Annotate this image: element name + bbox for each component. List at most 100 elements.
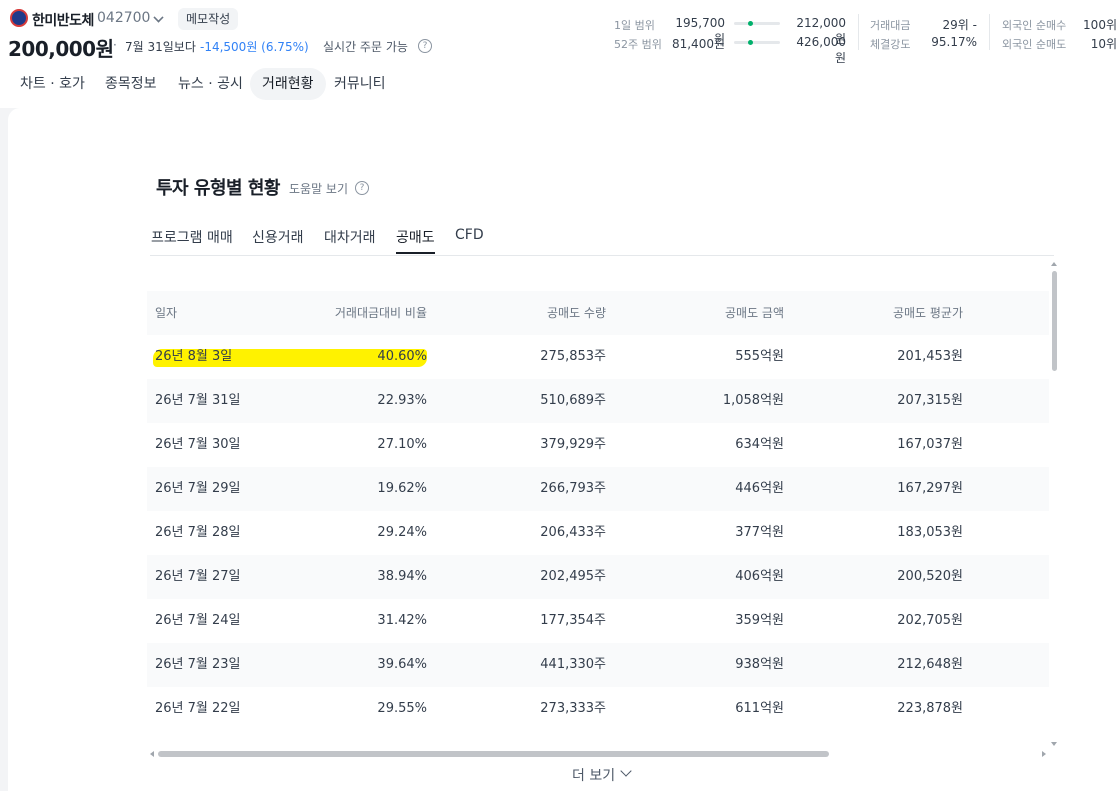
strength-value: 95.17% bbox=[931, 35, 977, 49]
help-circle-icon[interactable]: ? bbox=[355, 181, 369, 195]
cell-quantity: 379,929주 bbox=[540, 437, 606, 452]
cell-quantity: 202,495주 bbox=[540, 569, 606, 584]
cell-ratio: 22.93% bbox=[377, 393, 427, 408]
cell-amount: 938억원 bbox=[735, 657, 784, 672]
week52-high: 426,000원 bbox=[796, 35, 846, 65]
cell-avg-price: 212,648원 bbox=[897, 657, 963, 672]
cell-ratio: 38.94% bbox=[377, 569, 427, 584]
cell-date: 26년 7월 24일 bbox=[155, 613, 241, 628]
cell-quantity: 177,354주 bbox=[540, 613, 606, 628]
chevron-down-icon[interactable] bbox=[153, 12, 164, 23]
subtab-program-trading[interactable]: 프로그램 매매 bbox=[151, 227, 233, 247]
load-more-button[interactable]: 더 보기 bbox=[572, 765, 615, 785]
week52-range-bar bbox=[734, 40, 780, 45]
cell-amount: 1,058억원 bbox=[722, 393, 784, 408]
table-row: 26년 8월 3일 40.60% 275,853주 555억원 201,453원 bbox=[147, 335, 1049, 379]
cell-avg-price: 167,037원 bbox=[897, 437, 963, 452]
cell-quantity: 275,853주 bbox=[540, 349, 606, 364]
cell-date: 26년 7월 27일 bbox=[155, 569, 241, 584]
stats-divider bbox=[989, 14, 990, 50]
tab-trading-status[interactable]: 거래현황 bbox=[250, 68, 326, 100]
day-range-label: 1일 범위 bbox=[614, 19, 655, 32]
table-row: 26년 7월 29일 19.62% 266,793주 446억원 167,297원 bbox=[147, 467, 1049, 511]
cell-quantity: 206,433주 bbox=[540, 525, 606, 540]
foreign-sell-value: 10위 bbox=[1090, 37, 1117, 51]
cell-quantity: 266,793주 bbox=[540, 481, 606, 496]
cell-ratio: 19.62% bbox=[377, 481, 427, 496]
column-header-quantity: 공매도 수량 bbox=[546, 306, 606, 320]
scroll-down-arrow-icon[interactable] bbox=[1051, 742, 1057, 746]
tab-stock-info[interactable]: 종목정보 bbox=[93, 68, 169, 100]
current-price: 200,000원 bbox=[8, 37, 114, 61]
scroll-up-arrow-icon[interactable] bbox=[1051, 262, 1057, 266]
table-row: 26년 7월 30일 27.10% 379,929주 634억원 167,037원 bbox=[147, 423, 1049, 467]
foreign-buy-value: 100위 bbox=[1083, 18, 1117, 32]
horizontal-scrollbar-thumb[interactable] bbox=[158, 751, 829, 757]
realtime-order-label: 실시간 주문 가능 bbox=[323, 40, 408, 54]
section-title: 투자 유형별 현황 bbox=[156, 178, 280, 199]
cell-quantity: 510,689주 bbox=[540, 393, 606, 408]
foreign-buy-label: 외국인 순매수 bbox=[1002, 19, 1067, 32]
price-change: -14,500원 (6.75%) bbox=[200, 40, 309, 54]
stock-name[interactable]: 한미반도체 bbox=[32, 10, 94, 30]
tab-community[interactable]: 커뮤니티 bbox=[322, 68, 398, 100]
cell-ratio: 29.24% bbox=[377, 525, 427, 540]
active-subtab-indicator bbox=[396, 252, 435, 254]
short-selling-table: 일자 거래대금대비 비율 공매도 수량 공매도 금액 공매도 평균가 26년 8… bbox=[147, 291, 1049, 747]
cell-date: 26년 7월 29일 bbox=[155, 481, 241, 496]
company-logo-icon bbox=[10, 9, 28, 27]
week52-low: 81,400원 bbox=[671, 37, 725, 51]
column-header-avg-price: 공매도 평균가 bbox=[892, 306, 963, 320]
help-link[interactable]: 도움말 보기 bbox=[289, 180, 348, 197]
foreign-sell-label: 외국인 순매도 bbox=[1002, 38, 1067, 51]
column-header-amount: 공매도 금액 bbox=[724, 306, 784, 320]
strength-label: 체결강도 bbox=[870, 38, 911, 51]
cell-ratio: 27.10% bbox=[377, 437, 427, 452]
table-row: 26년 7월 27일 38.94% 202,495주 406억원 200,520원 bbox=[147, 555, 1049, 599]
cell-avg-price: 202,705원 bbox=[897, 613, 963, 628]
vertical-scrollbar-thumb[interactable] bbox=[1052, 271, 1057, 371]
help-circle-icon[interactable]: ? bbox=[418, 39, 432, 53]
scroll-right-arrow-icon[interactable] bbox=[1042, 751, 1046, 757]
cell-avg-price: 183,053원 bbox=[897, 525, 963, 540]
column-header-ratio: 거래대금대비 비율 bbox=[334, 306, 427, 320]
table-header-row: 일자 거래대금대비 비율 공매도 수량 공매도 금액 공매도 평균가 bbox=[147, 291, 1049, 335]
cell-avg-price: 201,453원 bbox=[897, 349, 963, 364]
cell-amount: 555억원 bbox=[735, 349, 784, 364]
cell-quantity: 441,330주 bbox=[540, 657, 606, 672]
cell-date: 26년 8월 3일 bbox=[155, 349, 233, 364]
cell-amount: 611억원 bbox=[735, 701, 784, 716]
price-separator: · bbox=[113, 38, 117, 52]
cell-amount: 377억원 bbox=[735, 525, 784, 540]
subtab-cfd[interactable]: CFD bbox=[455, 227, 484, 243]
cell-date: 26년 7월 22일 bbox=[155, 701, 241, 716]
cell-ratio: 39.64% bbox=[377, 657, 427, 672]
memo-button[interactable]: 메모작성 bbox=[178, 8, 239, 30]
cell-amount: 634억원 bbox=[735, 437, 784, 452]
subtab-short-selling[interactable]: 공매도 bbox=[396, 227, 435, 247]
tab-news-disclosure[interactable]: 뉴스 · 공시 bbox=[166, 68, 255, 100]
tab-chart-orderbook[interactable]: 차트 · 호가 bbox=[8, 68, 97, 100]
scroll-left-arrow-icon[interactable] bbox=[150, 751, 154, 757]
table-row: 26년 7월 23일 39.64% 441,330주 938억원 212,648원 bbox=[147, 643, 1049, 687]
cell-date: 26년 7월 30일 bbox=[155, 437, 241, 452]
price-reference: 7월 31일보다 bbox=[125, 40, 196, 54]
subtab-divider bbox=[150, 255, 1054, 256]
table-row: 26년 7월 28일 29.24% 206,433주 377억원 183,053원 bbox=[147, 511, 1049, 555]
subtab-credit-trading[interactable]: 신용거래 bbox=[252, 227, 304, 247]
cell-ratio: 40.60% bbox=[377, 349, 427, 364]
subtab-stock-lending[interactable]: 대차거래 bbox=[324, 227, 376, 247]
cell-avg-price: 200,520원 bbox=[897, 569, 963, 584]
cell-ratio: 31.42% bbox=[377, 613, 427, 628]
day-range-bar bbox=[734, 21, 780, 26]
cell-amount: 359억원 bbox=[735, 613, 784, 628]
day-range-marker bbox=[748, 21, 753, 26]
table-row: 26년 7월 24일 31.42% 177,354주 359억원 202,705원 bbox=[147, 599, 1049, 643]
cell-quantity: 273,333주 bbox=[540, 701, 606, 716]
cell-amount: 406억원 bbox=[735, 569, 784, 584]
stock-code[interactable]: 042700 bbox=[97, 10, 150, 26]
cell-date: 26년 7월 28일 bbox=[155, 525, 241, 540]
week52-label: 52주 범위 bbox=[614, 38, 662, 51]
table-row: 26년 7월 31일 22.93% 510,689주 1,058억원 207,315원 bbox=[147, 379, 1049, 423]
cell-avg-price: 167,297원 bbox=[897, 481, 963, 496]
